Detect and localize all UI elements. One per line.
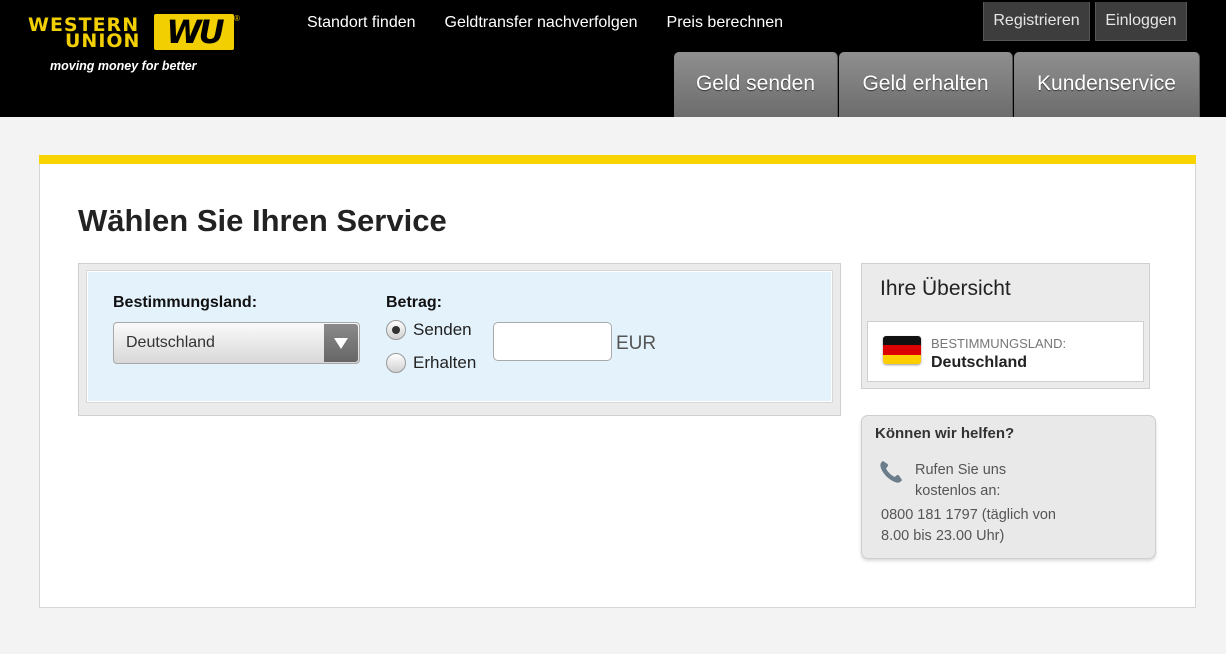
logo-tagline: moving money for better <box>50 59 197 73</box>
summary-title: Ihre Übersicht <box>880 277 1011 300</box>
chevron-down-icon[interactable] <box>324 324 358 362</box>
tab-geld-erhalten[interactable]: Geld erhalten <box>839 52 1013 117</box>
logo-text-union: UNION <box>65 30 141 52</box>
service-form: Bestimmungsland: Deutschland Betrag: Sen… <box>78 263 841 416</box>
country-select[interactable]: Deutschland <box>113 322 360 364</box>
country-select-value: Deutschland <box>126 334 215 351</box>
login-button[interactable]: Einloggen <box>1095 2 1187 41</box>
currency-label: EUR <box>616 333 657 354</box>
help-phone-number[interactable]: 0800 181 1797 (täglich von 8.00 bis 23.0… <box>881 505 1061 547</box>
summary-destination: BESTIMMUNGSLAND: Deutschland <box>867 321 1144 382</box>
logo-wu-text: WU <box>166 13 224 51</box>
radio-senden-label[interactable]: Senden <box>413 320 472 340</box>
help-title: Können wir helfen? <box>875 425 1015 442</box>
nav-preis-berechnen[interactable]: Preis berechnen <box>667 14 784 32</box>
help-call-text: Rufen Sie uns kostenlos an: <box>915 462 1007 499</box>
page-title: Wählen Sie Ihren Service <box>78 203 447 238</box>
radio-senden[interactable] <box>386 320 406 340</box>
radio-erhalten-label[interactable]: Erhalten <box>413 353 476 373</box>
western-union-logo[interactable]: WESTERN UNION WU ® moving money for bett… <box>28 14 240 76</box>
tab-kundenservice[interactable]: Kundenservice <box>1014 52 1200 117</box>
service-form-inner: Bestimmungsland: Deutschland Betrag: Sen… <box>87 271 832 402</box>
amount-label: Betrag: <box>386 294 443 311</box>
germany-flag-icon <box>883 336 921 364</box>
summary-destination-value: Deutschland <box>931 354 1028 371</box>
site-header: WESTERN UNION WU ® moving money for bett… <box>0 0 1226 117</box>
register-button[interactable]: Registrieren <box>983 2 1090 41</box>
tab-geld-senden[interactable]: Geld senden <box>674 52 838 117</box>
logo-trademark: ® <box>234 14 240 23</box>
radio-erhalten[interactable] <box>386 353 406 373</box>
phone-icon <box>880 461 902 483</box>
nav-standort-finden[interactable]: Standort finden <box>307 14 416 32</box>
help-box: Können wir helfen? Rufen Sie uns kostenl… <box>861 415 1156 559</box>
summary-panel: Ihre Übersicht BESTIMMUNGSLAND: Deutschl… <box>861 263 1150 389</box>
top-navigation: Standort finden Geldtransfer nachverfolg… <box>307 14 812 32</box>
amount-input[interactable] <box>493 322 612 361</box>
logo-wu-mark: WU <box>154 14 234 50</box>
main-panel: Wählen Sie Ihren Service Bestimmungsland… <box>39 155 1196 608</box>
country-label: Bestimmungsland: <box>113 294 258 311</box>
nav-geldtransfer-nachverfolgen[interactable]: Geldtransfer nachverfolgen <box>445 14 638 32</box>
yellow-accent-bar <box>39 155 1196 164</box>
summary-destination-label: BESTIMMUNGSLAND: <box>931 336 1067 351</box>
